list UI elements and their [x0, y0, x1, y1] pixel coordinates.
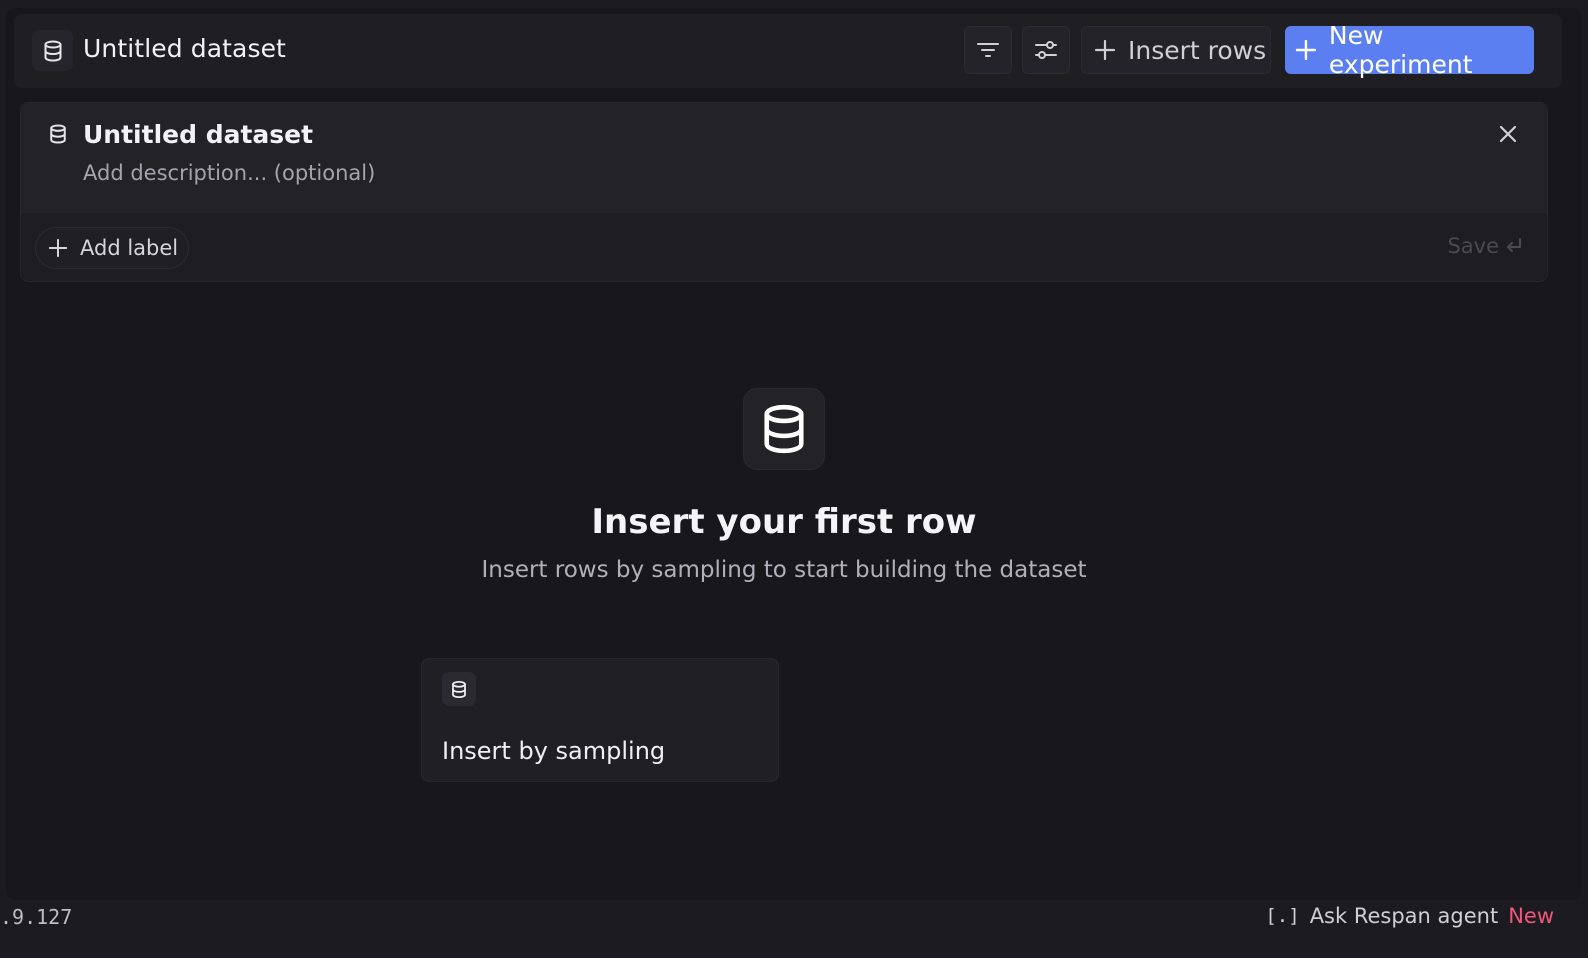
sliders-icon	[1035, 41, 1057, 59]
dataset-name-field[interactable]: Untitled dataset	[83, 120, 313, 149]
dataset-title: Untitled dataset	[83, 34, 286, 63]
agent-shortcut: [.]	[1265, 905, 1300, 927]
new-experiment-button[interactable]: New experiment	[1285, 21, 1534, 79]
insert-rows-label: Insert rows	[1128, 35, 1267, 65]
insert-by-sampling-card[interactable]: Insert by sampling	[421, 658, 779, 782]
filter-icon	[977, 43, 999, 57]
save-button[interactable]: Save	[1447, 234, 1523, 258]
plus-icon	[1094, 39, 1116, 61]
dataset-header: Untitled dataset Insert rows New experim…	[14, 14, 1562, 88]
empty-state-subtitle: Insert rows by sampling to start buildin…	[481, 557, 1087, 583]
database-icon	[743, 388, 825, 470]
database-icon	[442, 672, 476, 706]
close-button[interactable]	[1495, 121, 1521, 147]
panel-header: Untitled dataset Add description... (opt…	[21, 103, 1547, 213]
new-experiment-label: New experiment	[1328, 21, 1473, 79]
plus-icon	[1295, 39, 1317, 61]
ask-agent-button[interactable]: [.] Ask Respan agent New	[1265, 904, 1554, 928]
save-label: Save	[1447, 234, 1499, 258]
database-icon	[50, 124, 66, 144]
version-label: .9.127	[0, 905, 73, 929]
description-field[interactable]: Add description... (optional)	[83, 161, 375, 185]
new-badge: New	[1508, 904, 1554, 928]
insert-rows-button[interactable]: Insert rows	[1081, 26, 1271, 74]
settings-button[interactable]	[1022, 26, 1070, 74]
add-label-button[interactable]: Add label	[35, 227, 189, 269]
insert-by-sampling-label: Insert by sampling	[442, 737, 666, 765]
filter-button[interactable]	[964, 26, 1012, 74]
database-icon	[32, 30, 73, 71]
agent-label: Ask Respan agent	[1309, 904, 1499, 928]
plus-icon	[48, 238, 68, 258]
close-icon	[1499, 125, 1517, 143]
add-label-text: Add label	[80, 236, 179, 260]
empty-state-title: Insert your first row	[591, 502, 977, 542]
dataset-details-panel: Untitled dataset Add description... (opt…	[20, 102, 1548, 282]
enter-icon	[1507, 238, 1521, 252]
